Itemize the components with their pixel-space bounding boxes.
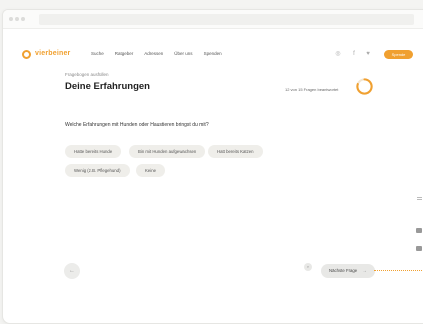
answer-option[interactable]: Bin mit Hunden aufgewachsen — [129, 145, 206, 158]
question-text: Welche Erfahrungen mit Hunden oder Haust… — [65, 122, 209, 128]
back-button[interactable]: ← — [64, 263, 80, 279]
donate-button[interactable]: Spende — [384, 50, 413, 59]
mail-icon[interactable] — [416, 246, 422, 251]
arrow-right-icon: → — [362, 268, 367, 273]
chat-icon[interactable] — [416, 228, 422, 233]
window-dot — [15, 17, 19, 21]
facebook-icon[interactable]: f — [350, 50, 358, 58]
answer-option[interactable]: Wenig (z.B. Pflegehund) — [65, 164, 130, 177]
page-title: Deine Erfahrungen — [65, 81, 150, 92]
dotted-connector — [374, 270, 423, 271]
breadcrumb: Fragebogen ausfüllen — [65, 72, 109, 77]
menu-item-ueber-uns[interactable]: Über uns — [174, 51, 192, 56]
info-icon[interactable]: ◎ — [334, 50, 342, 58]
logo-icon[interactable] — [22, 50, 31, 59]
browser-chrome — [3, 10, 423, 29]
window-dot — [21, 17, 25, 21]
menu-item-suche[interactable]: Suche — [91, 51, 104, 56]
answer-option[interactable]: Keine — [136, 164, 165, 177]
answer-option[interactable]: Hatte bereits Hunde — [65, 145, 122, 158]
search-icon[interactable]: ⌕ — [304, 263, 312, 271]
menu-item-spenden[interactable]: Spenden — [204, 51, 222, 56]
progress-ring — [356, 78, 373, 95]
twitter-icon[interactable]: ♥ — [364, 50, 372, 58]
main-menu: Suche Ratgeber Adressen Über uns Spenden — [91, 51, 222, 56]
brand-name[interactable]: vierbeiner — [35, 50, 70, 57]
answer-option[interactable]: Hatt bereits Katzen — [208, 145, 263, 158]
next-question-label: Nächste Frage — [329, 268, 358, 273]
next-question-button[interactable]: Nächste Frage → — [321, 264, 375, 278]
address-bar[interactable] — [39, 14, 414, 25]
menu-lines-icon[interactable] — [417, 197, 422, 200]
menu-item-ratgeber[interactable]: Ratgeber — [115, 51, 134, 56]
site-header: vierbeiner Suche Ratgeber Adressen Über … — [3, 40, 423, 70]
menu-item-adressen[interactable]: Adressen — [144, 51, 163, 56]
progress-text: 12 von 15 Fragen beantwortet — [285, 87, 339, 92]
browser-window: vierbeiner Suche Ratgeber Adressen Über … — [2, 9, 423, 324]
window-dot — [9, 17, 13, 21]
